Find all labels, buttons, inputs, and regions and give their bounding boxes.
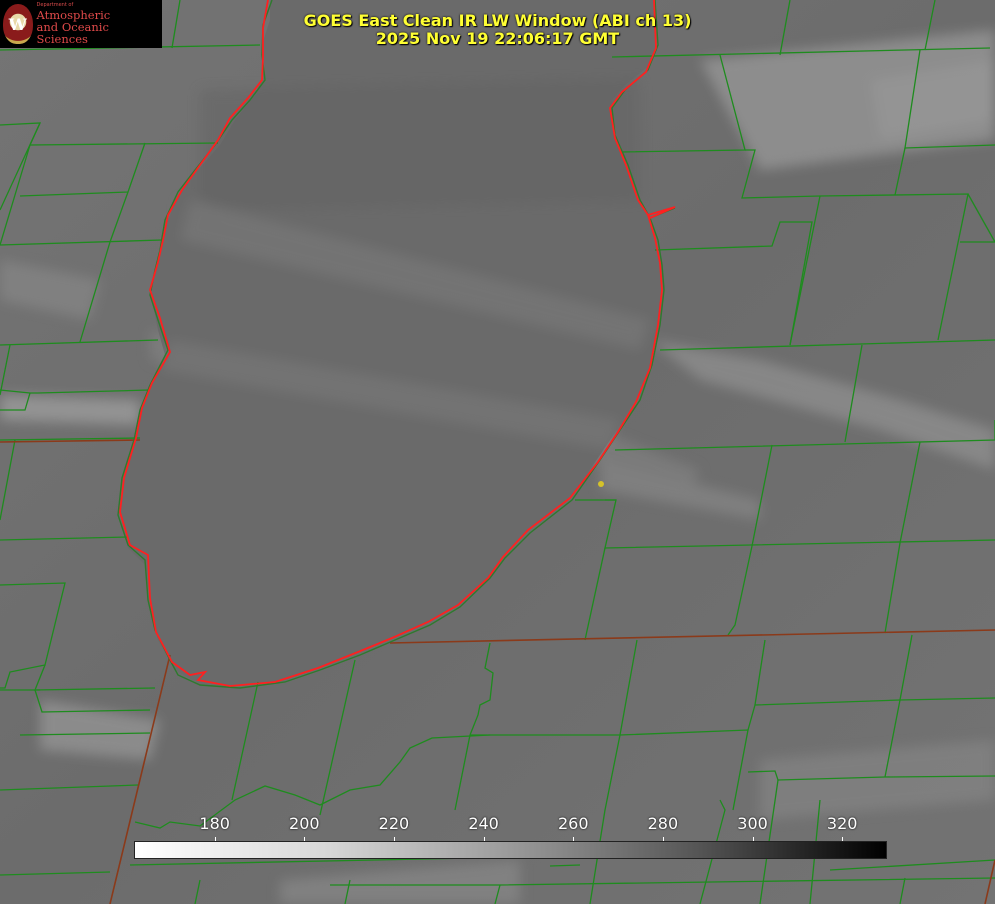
temperature-colorbar: 180 200 220 240 260 280 300 320 (134, 814, 887, 860)
colorbar-tick-label: 260 (557, 814, 589, 833)
colorbar-tick-label: 200 (289, 814, 320, 833)
colorbar-tick-label: 320 (826, 814, 858, 833)
colorbar-tick-label: 280 (647, 814, 679, 833)
image-title: GOES East Clean IR LW Window (ABI ch 13)… (0, 12, 995, 48)
colorbar-ticks: 180 200 220 240 260 280 300 320 (134, 814, 887, 842)
title-timestamp: 2025 Nov 19 22:06:17 GMT (375, 29, 620, 48)
ir-satellite-map (0, 0, 995, 904)
colorbar-gradient (134, 841, 887, 859)
station-marker-dot (598, 481, 604, 487)
colorbar-tick-label: 220 (378, 814, 410, 833)
colorbar-tick-label: 300 (737, 814, 768, 833)
colorbar-tick-label: 240 (468, 814, 499, 833)
colorbar-tick-label: 180 (199, 814, 230, 833)
satellite-image-viewer: W Department of Atmospheric and Oceanic … (0, 0, 995, 904)
title-product: GOES East Clean IR LW Window (ABI ch 13) (303, 11, 692, 30)
